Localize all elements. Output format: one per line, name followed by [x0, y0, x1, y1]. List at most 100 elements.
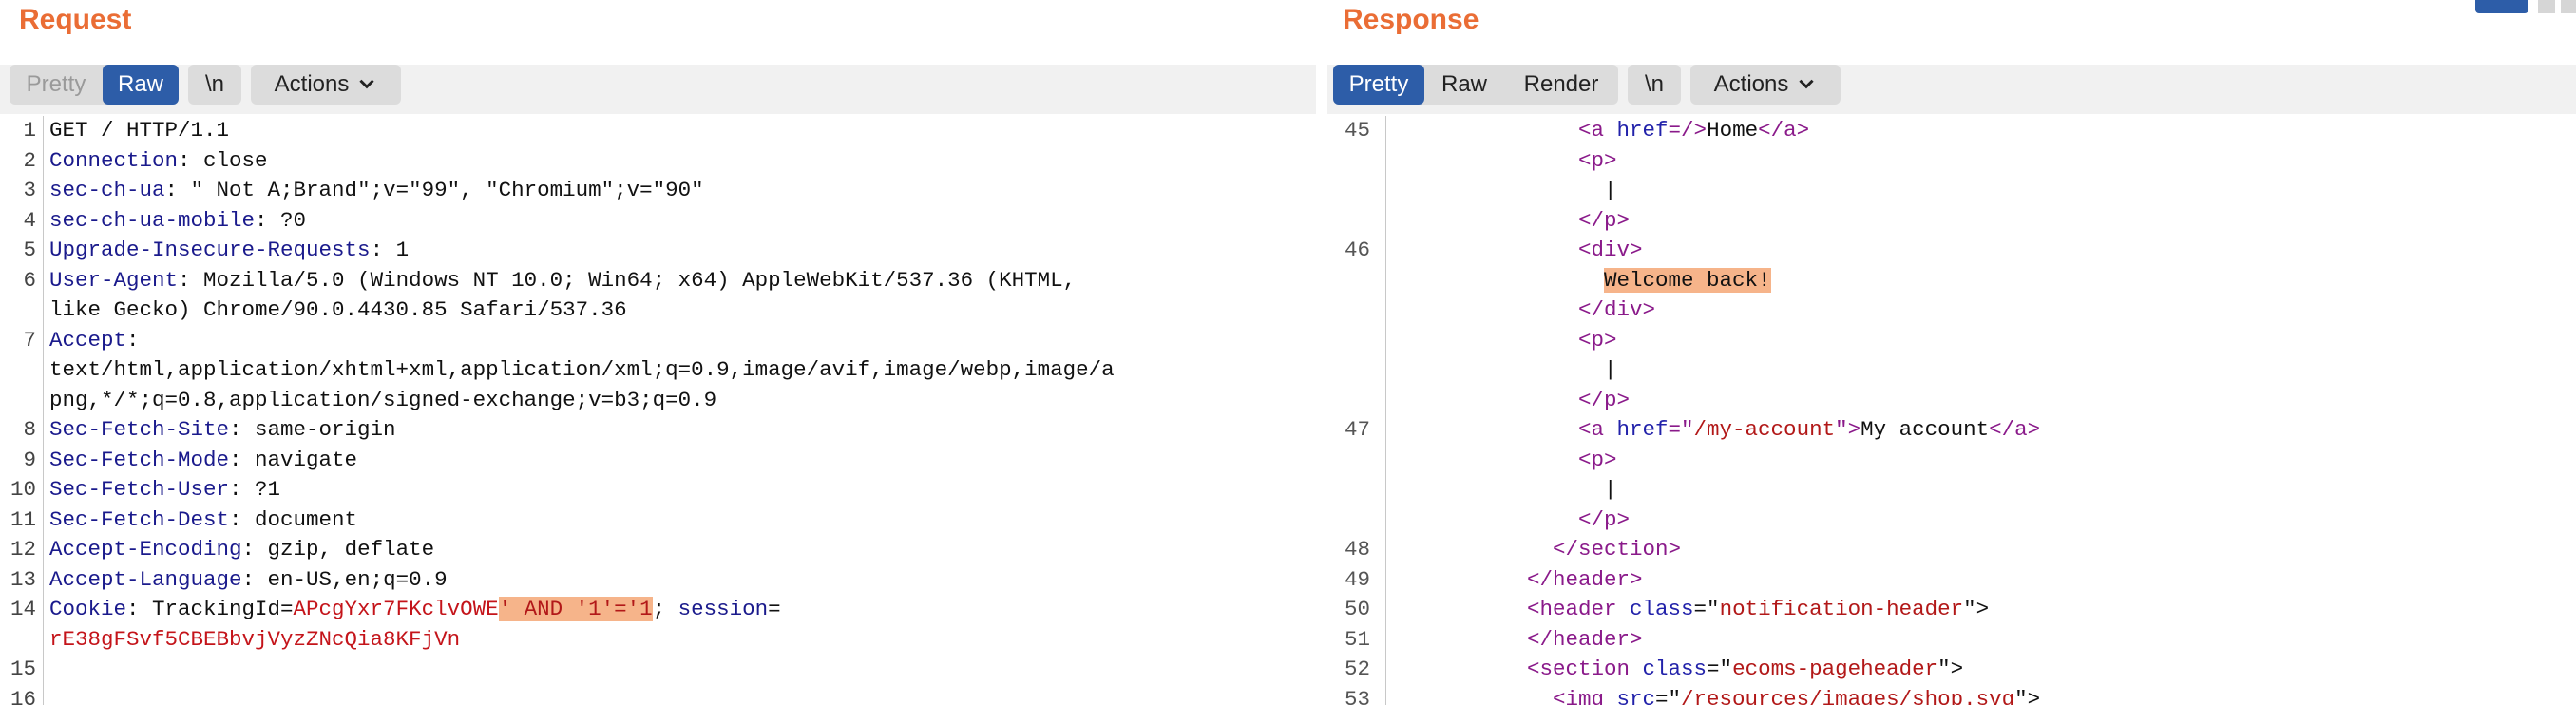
line-number: 45 [1345, 118, 1371, 143]
request-actions-button[interactable]: Actions [251, 65, 401, 105]
code-token: : document [229, 506, 358, 532]
response-actions-button[interactable]: Actions [1690, 65, 1841, 105]
line-text: <a href=/>Home</a> [1578, 116, 1809, 146]
code-line: 47 <a href="/my-account">My account</a> [1327, 415, 2576, 446]
code-line: 9 Sec-Fetch-Mode: navigate [0, 446, 1316, 476]
line-text: <section class="ecoms-pageheader"> [1527, 655, 1963, 685]
line-number: 4 [23, 207, 36, 233]
layout-horizontal-icon[interactable] [2538, 0, 2555, 13]
code-token: /my-account [1693, 417, 1836, 442]
line-text: sec-ch-ua: " Not A;Brand";v="99", "Chrom… [49, 176, 704, 206]
code-token: My account [1860, 417, 1990, 442]
code-token: =" [1693, 597, 1720, 621]
code-line: 3 sec-ch-ua: " Not A;Brand";v="99", "Chro… [0, 176, 1316, 206]
code-token: like Gecko) Chrome/90.0.4430.85 Safari/5… [49, 297, 627, 322]
line-text: | [1604, 176, 1617, 206]
line-number: 7 [23, 327, 36, 352]
code-token: class [1642, 657, 1708, 681]
code-token: Accept [49, 327, 127, 352]
code-line: 6 User-Agent: Mozilla/5.0 (Windows NT 10.… [0, 266, 1316, 296]
code-token: | [1604, 477, 1617, 502]
code-token: </div> [1578, 297, 1656, 322]
line-text: rE38gFSvf5CBEBbvjVyzZNcQia8KFjVn [49, 625, 460, 656]
line-text: Welcome back! [1604, 266, 1771, 296]
request-raw-button[interactable]: Raw [103, 65, 179, 105]
layout-split-icon[interactable] [2475, 0, 2528, 13]
code-token: href [1616, 118, 1669, 143]
code-line: </div> [1327, 295, 2576, 326]
code-token: =/> [1668, 118, 1708, 143]
code-token: <header [1527, 597, 1631, 621]
code-token: < [1578, 118, 1592, 143]
response-newline-button[interactable]: \n [1628, 65, 1681, 105]
line-text: Connection: close [49, 146, 268, 177]
code-token: : gzip, deflate [241, 537, 435, 562]
line-text: <div> [1578, 236, 1643, 266]
chevron-down-icon [1799, 79, 1814, 88]
code-token: <img [1553, 686, 1617, 705]
code-line: 46 <div> [1327, 236, 2576, 266]
code-token: </a> [1758, 118, 1810, 143]
code-token: a [1591, 118, 1617, 143]
line-text: <a href="/my-account">My account</a> [1578, 415, 2040, 446]
code-token: <a [1578, 417, 1617, 442]
request-toolbar: Pretty Raw \n Actions [0, 65, 1316, 114]
code-token: Cookie [49, 597, 127, 621]
code-line: 4 sec-ch-ua-mobile: ?0 [0, 206, 1316, 237]
code-line: 50 <header class="notification-header"> [1327, 595, 2576, 625]
response-raw-button[interactable]: Raw [1424, 65, 1504, 105]
line-number: 53 [1345, 686, 1371, 705]
code-token: : close [178, 147, 268, 173]
code-token: Connection [49, 147, 179, 173]
response-pretty-button[interactable]: Pretty [1333, 65, 1424, 105]
line-text: Accept-Encoding: gzip, deflate [49, 535, 434, 565]
code-token: </header> [1527, 566, 1643, 592]
line-text: Upgrade-Insecure-Requests: 1 [49, 236, 409, 266]
response-view-toggle: Pretty Raw Render [1333, 65, 1618, 105]
line-number: 46 [1345, 238, 1371, 262]
code-line: 45 <a href=/>Home</a> [1327, 116, 2576, 146]
code-token: Home [1707, 118, 1759, 143]
code-token: ecoms-pageheader [1732, 657, 1938, 681]
code-token: <div> [1578, 238, 1643, 262]
response-title: Response [1343, 4, 1479, 35]
response-actions-label: Actions [1713, 71, 1789, 97]
code-line: <p> [1327, 146, 2576, 177]
response-render-button[interactable]: Render [1504, 65, 1618, 105]
line-text: text/html,application/xhtml+xml,applicat… [49, 355, 1115, 386]
code-token: : " Not A;Brand";v="99", "Chromium";v="9… [164, 178, 704, 202]
layout-vertical-icon[interactable] [2561, 0, 2576, 13]
line-number: 9 [23, 447, 36, 472]
line-text: | [1604, 475, 1617, 505]
code-token: class [1630, 597, 1694, 621]
code-token: /resources/images/shop.svg [1681, 686, 2015, 705]
code-line: like Gecko) Chrome/90.0.4430.85 Safari/5… [0, 295, 1316, 326]
code-token: User-Agent [49, 267, 179, 293]
code-token: </p> [1578, 207, 1631, 233]
code-line: 5 Upgrade-Insecure-Requests: 1 [0, 236, 1316, 266]
code-token: session [677, 597, 769, 621]
code-line: </p> [1327, 505, 2576, 536]
code-line: 51 </header> [1327, 625, 2576, 656]
line-number: 2 [23, 147, 36, 173]
line-number: 51 [1345, 626, 1371, 652]
code-line: </p> [1327, 206, 2576, 237]
request-actions-label: Actions [274, 71, 350, 97]
line-text: Sec-Fetch-User: ?1 [49, 475, 280, 505]
code-token: src [1616, 686, 1656, 705]
request-newline-button[interactable]: \n [188, 65, 241, 105]
line-text: sec-ch-ua-mobile: ?0 [49, 206, 306, 237]
line-text: | [1604, 355, 1617, 386]
line-number: 14 [10, 597, 36, 621]
code-line: <p> [1327, 326, 2576, 356]
code-token: =" [1707, 657, 1733, 681]
request-editor[interactable]: 1 GET / HTTP/1.1 2 Connection: close 3 sec-ch… [0, 116, 1316, 705]
highlighted-token: ' AND '1'='1 [498, 597, 653, 621]
code-line: | [1327, 176, 2576, 206]
line-number: 3 [23, 178, 36, 202]
request-pretty-button[interactable]: Pretty [10, 65, 103, 105]
response-editor[interactable]: 45 <a href=/>Home</a> <p> | </p> 46 <div> Welco… [1327, 116, 2576, 705]
code-token: <p> [1578, 147, 1617, 173]
code-token: | [1604, 357, 1617, 382]
code-token: </p> [1578, 387, 1631, 412]
